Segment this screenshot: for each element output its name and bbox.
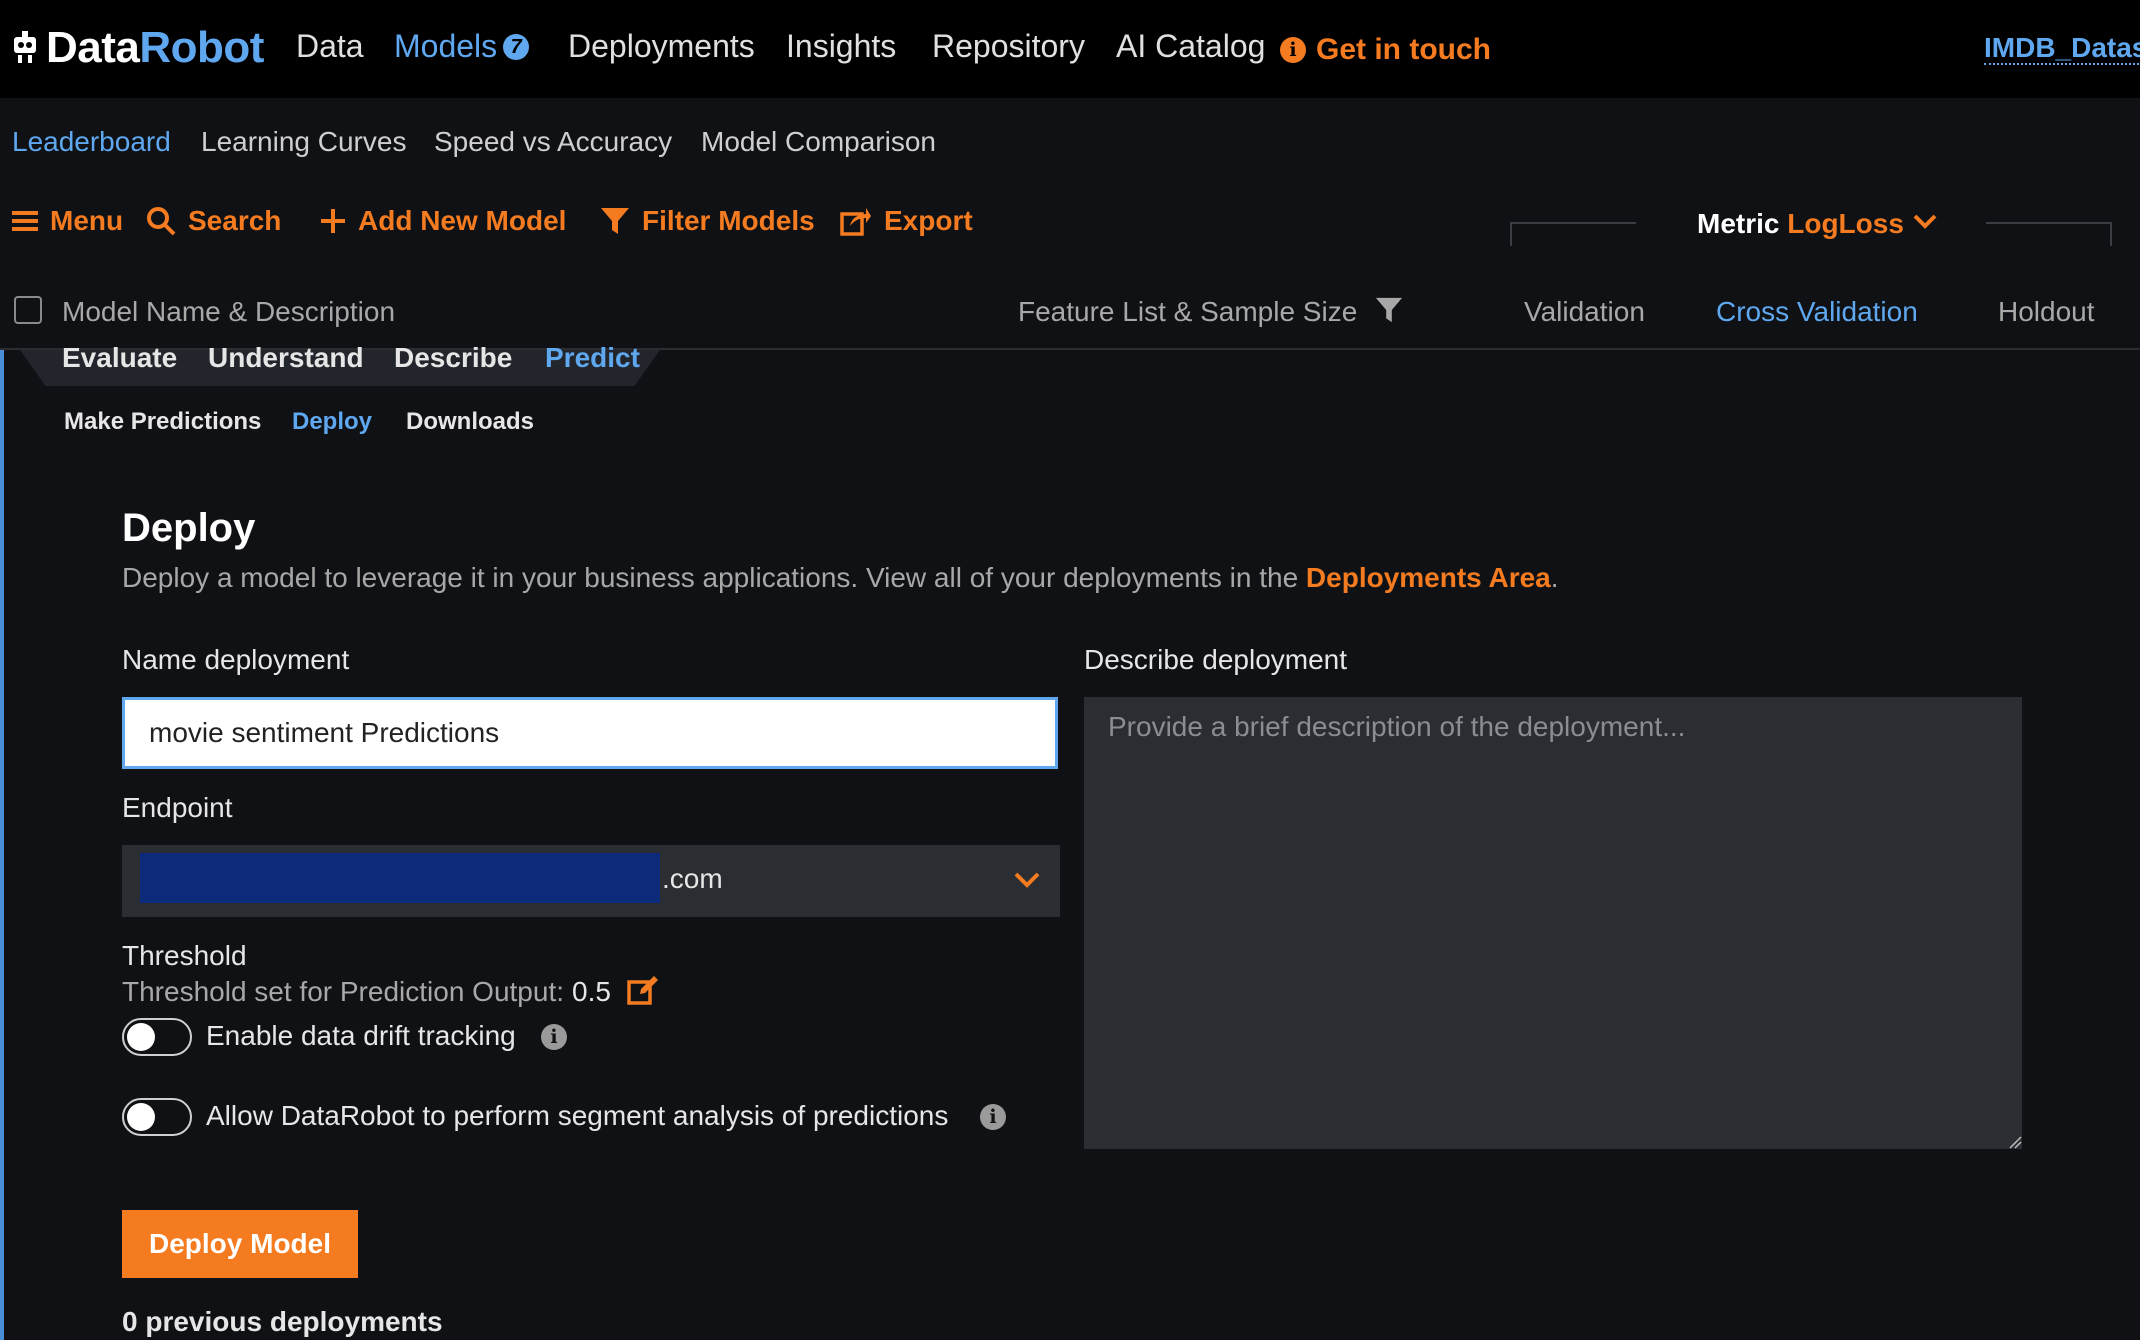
dataset-name-link[interactable]: IMDB_Datas — [1984, 32, 2140, 65]
segment-analysis-toggle[interactable] — [122, 1098, 192, 1136]
subtab-downloads[interactable]: Downloads — [406, 408, 534, 436]
column-holdout[interactable]: Holdout — [1998, 296, 2095, 328]
name-deployment-label: Name deployment — [122, 644, 350, 675]
nav-ai-catalog[interactable]: AI Catalog — [1116, 28, 1265, 65]
menu-label: Menu — [50, 205, 124, 236]
tab-predict[interactable]: Predict — [545, 342, 640, 374]
info-icon[interactable]: i — [980, 1104, 1006, 1130]
deploy-title: Deploy — [122, 506, 256, 550]
column-model-name[interactable]: Model Name & Description — [62, 296, 395, 328]
describe-placeholder: Provide a brief description of the deplo… — [1108, 711, 1686, 742]
column-validation[interactable]: Validation — [1524, 296, 1645, 328]
toggle-knob — [127, 1103, 155, 1131]
endpoint-label: Endpoint — [122, 792, 233, 823]
chevron-down-icon — [1014, 872, 1040, 888]
search-label: Search — [188, 205, 282, 236]
threshold-sub-label: Threshold set for Prediction Output: — [122, 976, 564, 1007]
describe-deployment-label: Describe deployment — [1084, 644, 1348, 675]
threshold-value: 0.5 — [572, 976, 611, 1007]
tab-leaderboard[interactable]: Leaderboard — [12, 126, 171, 158]
subtab-deploy[interactable]: Deploy — [292, 408, 372, 436]
data-drift-label: Enable data drift tracking — [206, 1020, 516, 1051]
endpoint-value: .com — [662, 863, 723, 894]
filter-icon — [1375, 297, 1403, 323]
hamburger-icon — [12, 211, 38, 231]
segment-analysis-label: Allow DataRobot to perform segment analy… — [206, 1100, 949, 1131]
describe-deployment-textarea[interactable]: Provide a brief description of the deplo… — [1084, 697, 2022, 1149]
export-button[interactable]: Export — [840, 205, 973, 237]
chevron-down-icon — [1913, 214, 1937, 229]
metric-divider-tick — [1510, 222, 1512, 246]
column-cross-validation[interactable]: Cross Validation — [1716, 296, 1918, 328]
metric-divider-tick-right — [2110, 222, 2112, 246]
deployments-area-link[interactable]: Deployments Area — [1306, 562, 1551, 593]
select-all-checkbox[interactable] — [14, 296, 42, 324]
nav-repository[interactable]: Repository — [932, 28, 1085, 65]
edit-icon[interactable] — [626, 975, 659, 1005]
deploy-description: Deploy a model to leverage it in your bu… — [122, 562, 1559, 593]
add-new-model-button[interactable]: Add New Model — [320, 205, 566, 237]
metric-label: Metric — [1697, 208, 1780, 239]
export-label: Export — [884, 205, 973, 236]
logo-text: DataRobot — [46, 23, 264, 72]
previous-deployments-count: 0 previous deployments — [122, 1306, 443, 1337]
tab-learning-curves[interactable]: Learning Curves — [201, 126, 406, 158]
data-drift-toggle[interactable] — [122, 1018, 192, 1056]
robot-icon — [14, 31, 36, 63]
nav-deployments[interactable]: Deployments — [568, 28, 755, 65]
tab-understand[interactable]: Understand — [208, 342, 364, 374]
metric-selector[interactable]: Metric LogLoss — [1697, 208, 1938, 240]
add-new-model-label: Add New Model — [358, 205, 567, 236]
threshold-setting: Threshold set for Prediction Output: 0.5 — [122, 975, 659, 1008]
datarobot-logo[interactable]: DataRobot — [10, 22, 264, 74]
filter-models-label: Filter Models — [642, 205, 815, 236]
endpoint-select[interactable]: .com — [122, 845, 1060, 917]
deploy-model-button[interactable]: Deploy Model — [122, 1210, 358, 1278]
subtab-make-predictions[interactable]: Make Predictions — [64, 408, 261, 436]
column-feature-list[interactable]: Feature List & Sample Size — [1018, 296, 1403, 328]
menu-button[interactable]: Menu — [12, 205, 123, 237]
search-icon — [147, 207, 176, 236]
nav-insights[interactable]: Insights — [786, 28, 896, 65]
selected-model-accent — [0, 350, 4, 1340]
metric-divider-right — [1986, 222, 2112, 224]
tab-describe[interactable]: Describe — [394, 342, 512, 374]
info-icon[interactable]: i — [541, 1024, 567, 1050]
metric-value: LogLoss — [1787, 208, 1904, 239]
info-icon: i — [1280, 37, 1306, 63]
name-deployment-input[interactable]: movie sentiment Predictions — [122, 697, 1058, 769]
filter-icon — [601, 208, 629, 234]
toggle-knob — [127, 1023, 155, 1051]
metric-divider-left — [1510, 222, 1636, 224]
tab-speed-vs-accuracy[interactable]: Speed vs Accuracy — [434, 126, 672, 158]
plus-icon — [321, 209, 345, 233]
tab-model-comparison[interactable]: Model Comparison — [701, 126, 936, 158]
redacted-endpoint — [140, 853, 660, 903]
search-button[interactable]: Search — [146, 205, 281, 237]
export-icon — [840, 208, 871, 236]
get-in-touch-link[interactable]: i Get in touch — [1280, 30, 1491, 67]
resize-handle-icon[interactable] — [2006, 1133, 2022, 1149]
models-count-badge: 7 — [503, 34, 530, 60]
filter-models-button[interactable]: Filter Models — [600, 205, 815, 237]
nav-models[interactable]: Models 7 — [394, 28, 530, 65]
threshold-label: Threshold — [122, 940, 247, 971]
tab-evaluate[interactable]: Evaluate — [62, 342, 177, 374]
nav-data[interactable]: Data — [296, 28, 364, 65]
